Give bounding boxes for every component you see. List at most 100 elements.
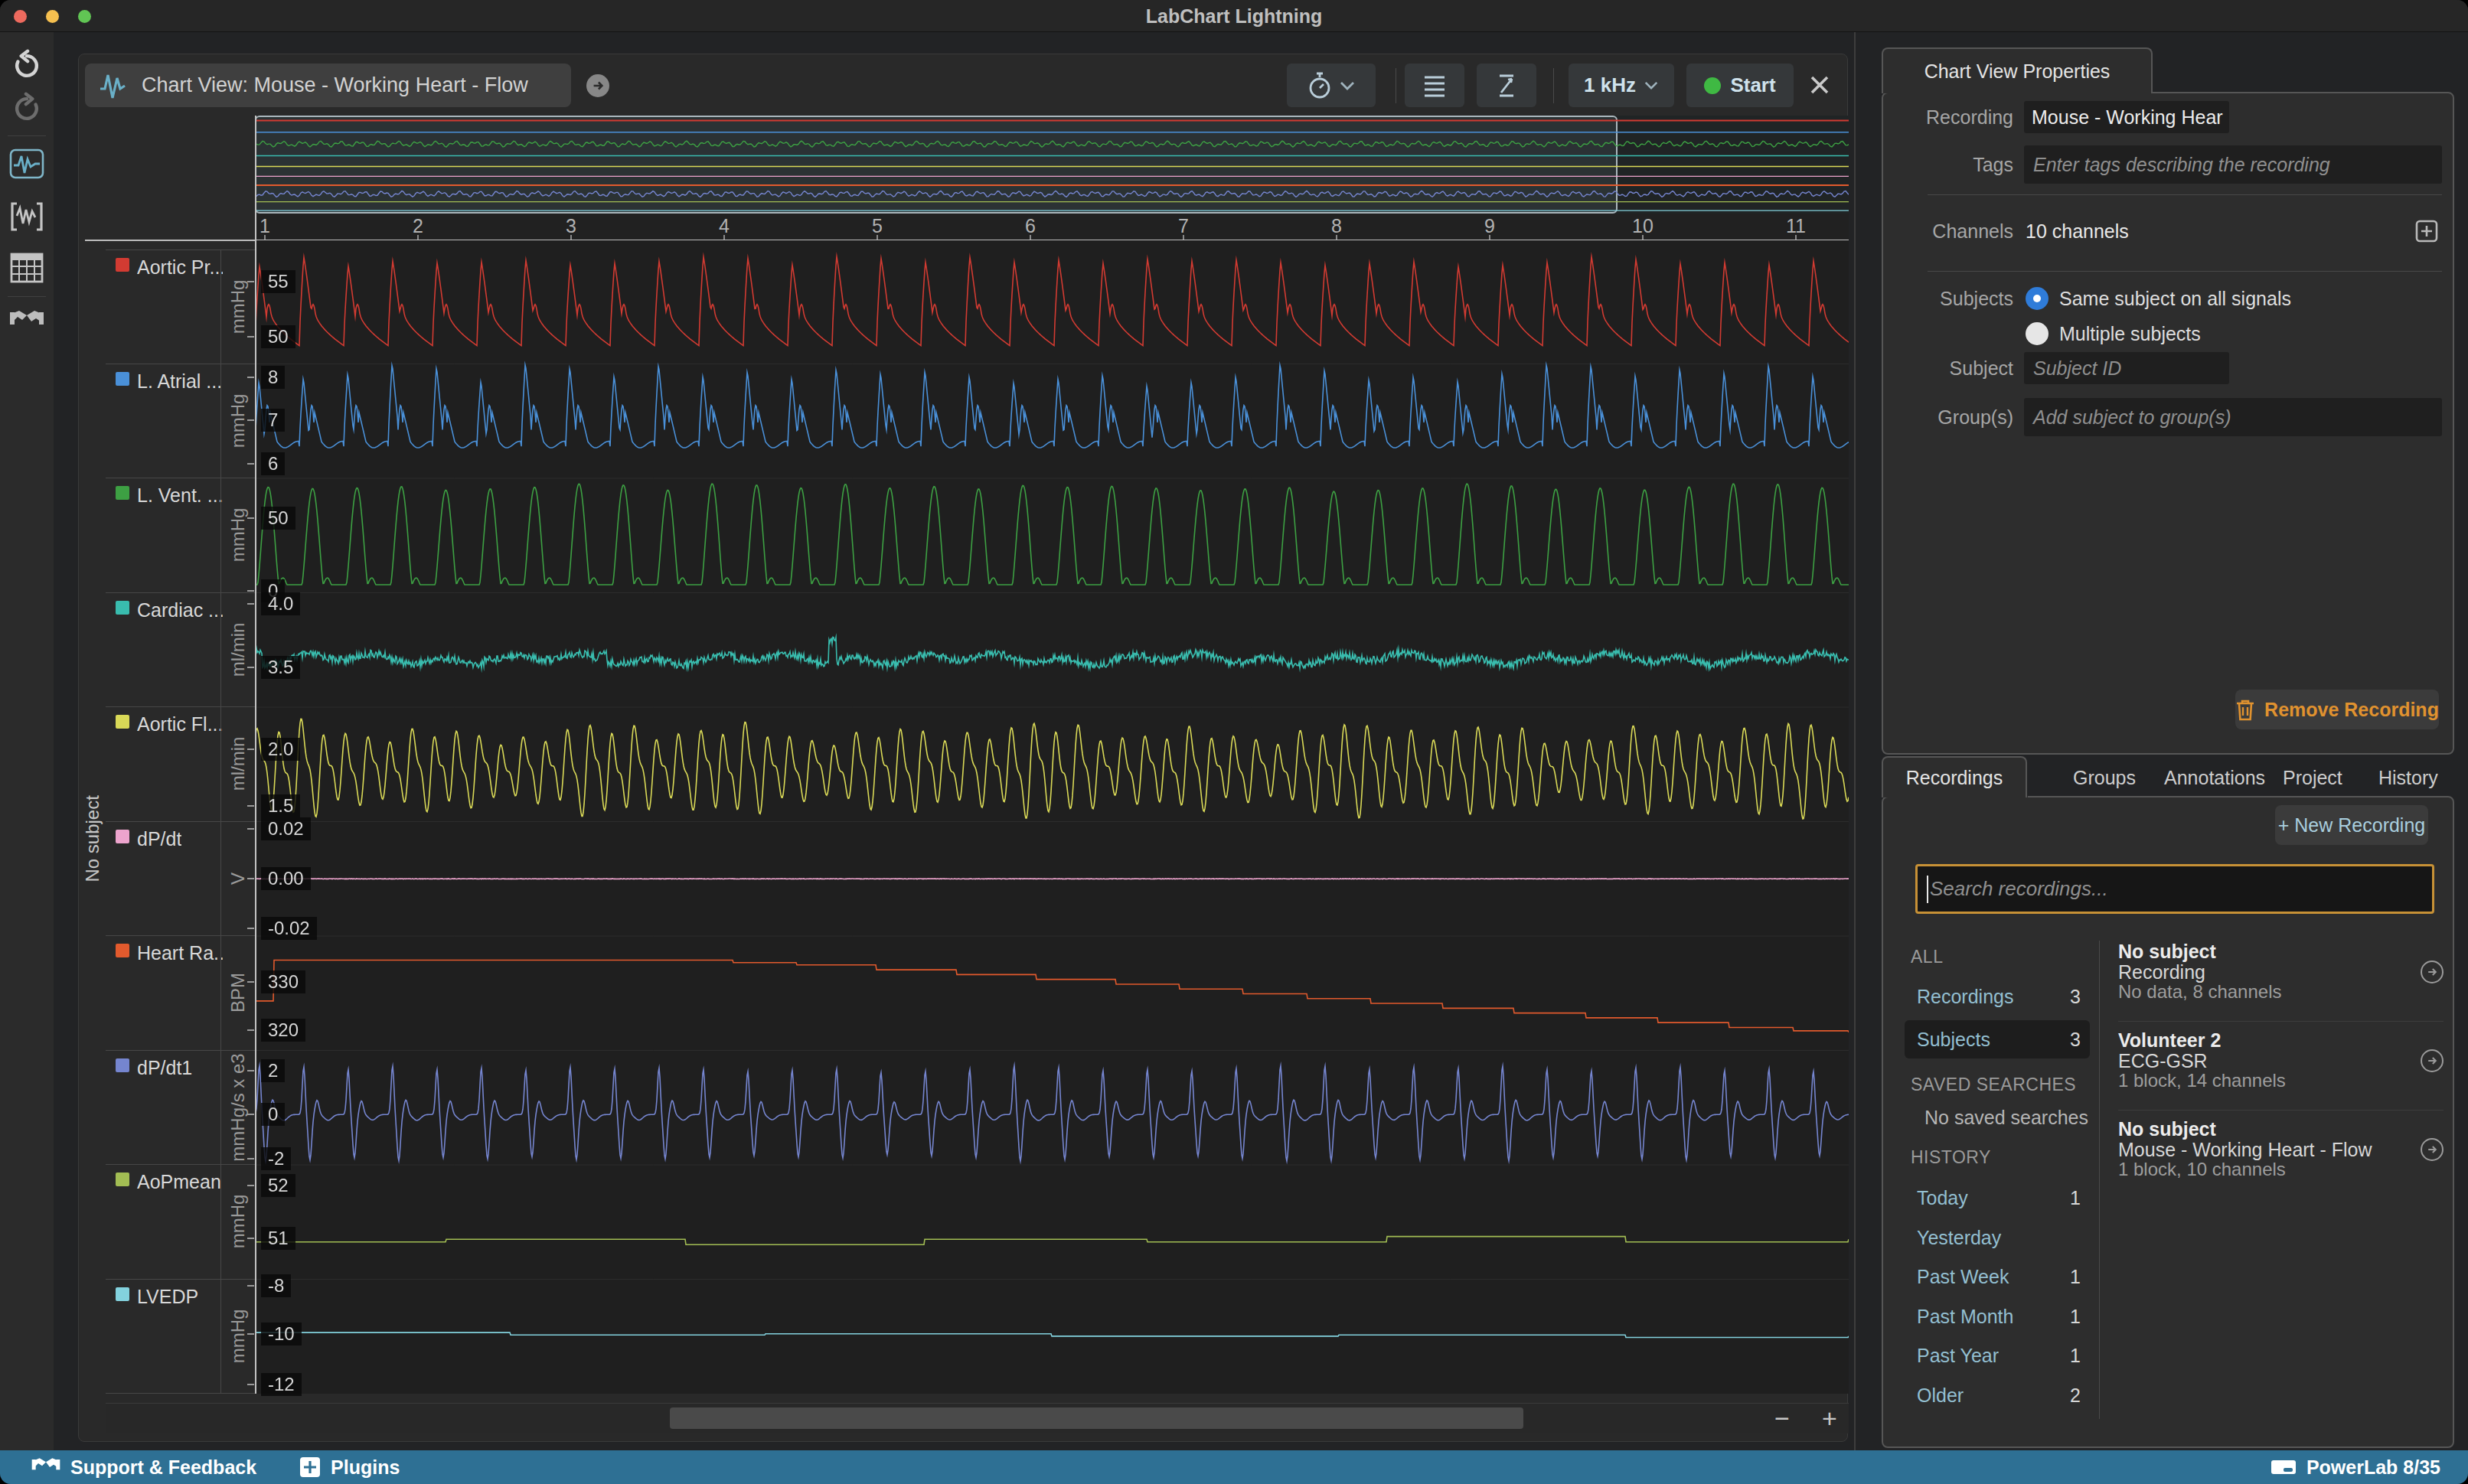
time-tick-label: 6 [1025,215,1036,237]
facet-subjects[interactable]: Subjects [1917,1029,1990,1051]
time-tick-label: 11 [1786,215,1806,237]
channel-row-label[interactable]: Cardiac ...ml/min [106,593,255,708]
facet-history-today-count: 1 [2050,1187,2081,1209]
y-axis-tick-label: 2.0 [261,738,300,761]
facet-history-older[interactable]: Older [1917,1384,1964,1406]
channel-color-swatch[interactable] [116,258,129,272]
open-recording-icon[interactable] [2421,1049,2444,1072]
undo-icon[interactable] [0,49,54,83]
tab-chart-view-properties[interactable]: Chart View Properties [1882,47,2153,93]
time-tick-label: 8 [1331,215,1342,237]
tab-groups[interactable]: Groups [2073,767,2136,789]
table-view-icon[interactable] [0,253,54,283]
scope-view-icon[interactable] [0,201,54,233]
tab-recordings[interactable]: Recordings [1882,756,2027,797]
open-recording-icon[interactable] [2421,1138,2444,1161]
sample-rate-dropdown[interactable]: 1 kHz [1569,64,1674,107]
y-axis-tick-label: 50 [261,325,295,348]
radio-multiple-subjects-label: Multiple subjects [2059,323,2201,345]
channel-unit: ml/min [221,707,255,821]
recording-value: Mouse - Working Hear [2032,106,2223,129]
channel-color-swatch[interactable] [116,944,129,957]
recording-item-name: Mouse - Working Heart - Flow [2118,1139,2372,1161]
channel-row-label[interactable]: LVEDPmmHg [106,1280,255,1394]
add-view-icon[interactable] [586,74,609,97]
time-mode-button[interactable] [1287,64,1376,107]
facet-recordings[interactable]: Recordings [1917,986,2013,1008]
channel-color-swatch[interactable] [116,372,129,386]
saved-searches-empty: No saved searches [1924,1107,2088,1129]
add-channel-icon[interactable] [2414,219,2439,246]
subject-input[interactable]: Subject ID [2024,352,2229,384]
overview-strip[interactable] [255,116,1849,214]
zoom-out-button[interactable]: − [1767,1404,1797,1434]
status-bar: Support & Feedback Plugins PowerLab 8/35 [0,1450,2468,1484]
chart-view-tab[interactable]: Chart View: Mouse - Working Heart - Flow [85,64,571,107]
handshake-icon [31,1456,61,1479]
remove-recording-label: Remove Recording [2264,699,2439,721]
channel-row-label[interactable]: dP/dt1mmHg/s x e3 [106,1051,255,1166]
time-tick-label: 10 [1632,215,1653,237]
channel-row-label[interactable]: dP/dtV [106,822,255,937]
channel-color-swatch[interactable] [116,1173,129,1186]
tags-input[interactable]: Enter tags describing the recording [2024,145,2442,184]
chevron-down-icon [1644,80,1659,90]
tab-project[interactable]: Project [2283,767,2342,789]
support-icon[interactable] [0,308,54,335]
channel-row-label[interactable]: L. Atrial ...mmHg [106,364,255,479]
chart-tab-bar: Chart View: Mouse - Working Heart - Flow… [79,54,1847,116]
plot-area[interactable]: 55508765004.03.52.01.50.020.00-0.0233032… [255,240,1849,1394]
channel-color-swatch[interactable] [116,830,129,843]
open-recording-icon[interactable] [2421,961,2444,983]
close-view-icon[interactable] [1807,73,1832,100]
recording-item-meta: 1 block, 10 channels [2118,1159,2286,1180]
tab-annotations[interactable]: Annotations [2164,767,2265,789]
channel-color-swatch[interactable] [116,715,129,729]
recording-value-field[interactable]: Mouse - Working Hear [2024,101,2229,133]
channel-name: dP/dt1 [137,1057,192,1079]
time-tick-label: 1 [260,215,270,237]
time-tick-label: 3 [566,215,576,237]
channel-color-swatch[interactable] [116,601,129,615]
chart-view-icon[interactable] [0,148,54,179]
powerlab-status[interactable]: PowerLab 8/35 [2270,1456,2440,1479]
autoscale-button[interactable] [1477,64,1536,107]
time-tick-label: 9 [1484,215,1495,237]
zoom-in-button[interactable]: + [1814,1404,1845,1434]
channel-name: AoPmean [137,1171,221,1193]
groups-label: Group(s) [1883,406,2013,429]
channel-row-label[interactable]: L. Vent. ...mmHg [106,478,255,593]
channel-color-swatch[interactable] [116,486,129,500]
channel-color-swatch[interactable] [116,1287,129,1301]
left-toolbar [0,32,54,1450]
facet-history-yesterday[interactable]: Yesterday [1917,1226,2001,1248]
facet-history-past-month[interactable]: Past Month [1917,1305,2013,1327]
facet-history-past-week[interactable]: Past Week [1917,1266,2009,1288]
channel-row-label[interactable]: Aortic Pr...mmHg [106,250,255,364]
start-button[interactable]: Start [1686,64,1794,107]
facet-history-today[interactable]: Today [1917,1187,1968,1209]
support-feedback-button[interactable]: Support & Feedback [31,1456,256,1479]
radio-same-subject[interactable] [2026,287,2049,310]
radio-multiple-subjects[interactable] [2026,322,2049,345]
channel-row-label[interactable]: Heart Ra...BPM [106,936,255,1051]
groups-input[interactable]: Add subject to group(s) [2024,398,2442,436]
channels-value: 10 channels [2026,220,2129,243]
channel-row-label[interactable]: AoPmeanmmHg [106,1165,255,1280]
y-axis-tick-label: 0.00 [261,867,311,890]
subjects-label: Subjects [1883,288,2013,310]
powerlab-icon [2270,1457,2297,1477]
scrollbar-thumb[interactable] [670,1407,1523,1429]
new-recording-button[interactable]: + New Recording [2275,805,2428,845]
search-recordings-input[interactable]: Search recordings... [1915,864,2434,914]
tab-history[interactable]: History [2378,767,2438,789]
channel-color-swatch[interactable] [116,1058,129,1072]
facet-history-past-year[interactable]: Past Year [1917,1345,1999,1367]
channel-row-label[interactable]: Aortic Fl...ml/min [106,707,255,822]
remove-recording-button[interactable]: Remove Recording [2235,690,2439,729]
plugins-button[interactable]: Plugins [299,1456,400,1479]
redo-icon[interactable] [0,92,54,126]
view-layout-button[interactable] [1405,64,1464,107]
facet-header-saved-searches: SAVED SEARCHES [1911,1075,2076,1095]
facet-history-older-count: 2 [2050,1384,2081,1406]
